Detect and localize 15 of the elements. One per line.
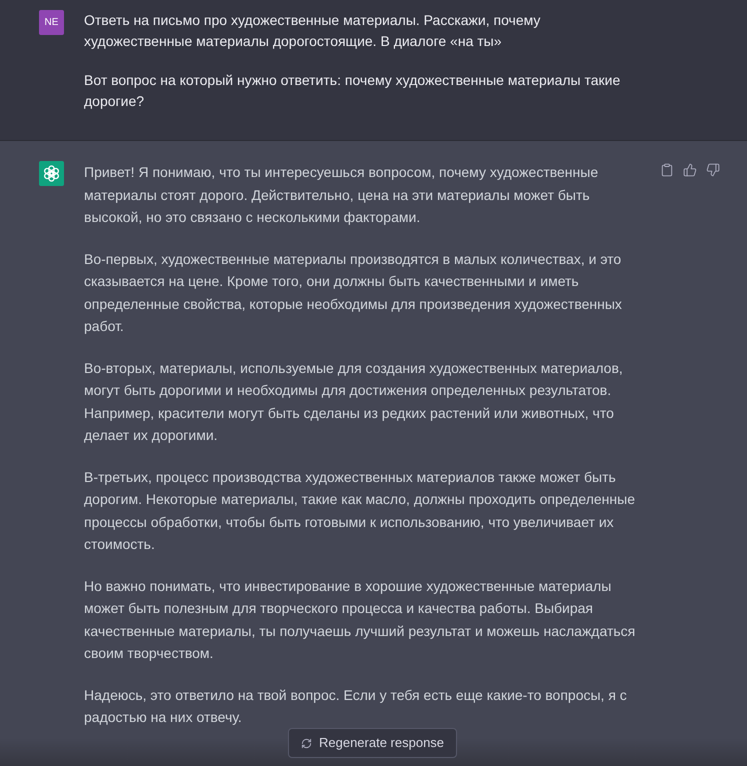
user-avatar: NE	[39, 10, 64, 35]
copy-icon[interactable]	[660, 163, 674, 177]
assistant-paragraph: В-третьих, процесс производства художественных материалов также может быть дорогим. Некоторые материалы, такие как масло, должны проходить определенные процессы обработки, чтобы быть готовыми к использованию, что увеличивает их стоимость.	[84, 468, 636, 554]
assistant-paragraph: Во-вторых, материалы, используемые для создания художественных материалов, могут быть дорогими и необходимы для достижения определенных результатов. Например, красители могут быть сделаны из редких растений или животных, что делает их дорогими.	[84, 358, 624, 445]
assistant-paragraph: Во-первых, художественные материалы производятся в малых количествах, и это сказывается на цене. Кроме того, они должны быть качественными и иметь определенные свойства, которые необходимы для произведения художественных работ.	[84, 250, 623, 336]
assistant-paragraph: Надеюсь, это ответило на твой вопрос. Если у тебя есть еще какие-то вопросы, я с радостью на них отвечу.	[84, 686, 628, 727]
assistant-paragraph: Но важно понимать, что инвестирование в хорошие художественные материалы может быть полезным для творческого процесса и качества работы. Выбирая качественные материалы, ты получаешь лучший результат и можешь наслаждаться своим творчеством.	[84, 576, 636, 663]
user-message-text: Вот вопрос на который нужно ответить: почему художественные материалы такие дорогие?	[84, 71, 622, 111]
thumbs-up-icon[interactable]	[683, 163, 697, 177]
assistant-paragraph: Привет! Я понимаю, что ты интересуешься вопросом, почему художественные материалы стоят дорого. Действительно, цена на эти материалы может быть высокой, но это связано с несколькими факторами.	[84, 163, 600, 227]
thumbs-down-icon[interactable]	[706, 163, 720, 177]
regenerate-button[interactable]: Regenerate response	[288, 728, 458, 758]
rosette-logo-icon	[39, 161, 64, 186]
user-message-text: Ответь на письмо про художественные материалы. Расскажи, почему художественные материалы дорогостоящие. В диалоге «на ты»	[84, 11, 542, 51]
refresh-icon	[301, 738, 312, 748]
